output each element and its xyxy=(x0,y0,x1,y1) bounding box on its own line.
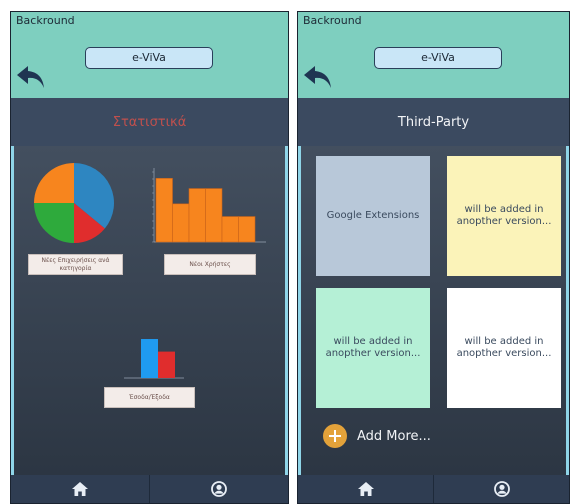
bar-0 xyxy=(155,178,173,243)
bar-chart xyxy=(152,168,266,243)
header-label: Backround xyxy=(303,14,362,27)
io-bar-1 xyxy=(158,351,175,378)
tile-label: will be added in anopther version... xyxy=(325,336,421,359)
pie-chart-label: Νέες Επιχειρήσεις ανά κατηγορία xyxy=(28,254,123,275)
header: Backround e-ViVa xyxy=(11,12,288,98)
page-title: Στατιστικά xyxy=(11,98,288,146)
nav-profile[interactable] xyxy=(433,475,569,503)
bar-5 xyxy=(238,216,256,243)
user-icon xyxy=(211,481,227,497)
page-title: Third-Party xyxy=(298,98,569,146)
home-icon xyxy=(357,482,374,496)
user-icon xyxy=(493,481,510,497)
bar-chart-label: Νέοι Χρήστες xyxy=(164,254,256,275)
io-bar-0 xyxy=(141,339,158,378)
bar-1 xyxy=(172,203,190,243)
tile-google-extensions[interactable]: Google Extensions xyxy=(316,156,430,276)
tile-placeholder-2[interactable]: will be added in anopther version... xyxy=(316,288,430,408)
nav-home[interactable] xyxy=(11,475,149,503)
tile-label: will be added in anopther version... xyxy=(456,336,552,359)
plus-icon xyxy=(323,424,347,448)
bar-2 xyxy=(188,188,206,243)
bar-4 xyxy=(221,216,239,243)
pie-chart xyxy=(34,163,114,243)
app-name-pill[interactable]: e-ViVa xyxy=(374,47,502,69)
back-arrow-icon[interactable] xyxy=(303,64,333,90)
add-more-button[interactable]: Add More... xyxy=(323,424,431,448)
bar-3 xyxy=(205,188,223,243)
pie-slice-3 xyxy=(34,163,74,203)
statistics-screen: Backround e-ViVa Στατιστικά Νέες Επιχειρ… xyxy=(10,11,289,504)
header-label: Backround xyxy=(16,14,75,27)
back-arrow-icon[interactable] xyxy=(16,64,46,90)
pie-slice-2 xyxy=(34,203,74,243)
tile-placeholder-1[interactable]: will be added in anopther version... xyxy=(447,156,561,276)
header: Backround e-ViVa xyxy=(298,12,569,98)
home-icon xyxy=(72,482,88,496)
third-party-screen: Backround e-ViVa Third-Party Google Exte… xyxy=(297,11,570,504)
nav-home[interactable] xyxy=(298,475,433,503)
third-party-content: Google Extensions will be added in anopt… xyxy=(298,146,569,475)
statistics-content: Νέες Επιχειρήσεις ανά κατηγορία Νέοι Χρή… xyxy=(11,146,288,475)
tile-label: will be added in anopther version... xyxy=(456,204,552,227)
nav-profile[interactable] xyxy=(149,475,288,503)
bottom-nav xyxy=(11,475,288,503)
income-expense-label: Έσοδα/Έξοδα xyxy=(104,387,195,408)
tile-label: Google Extensions xyxy=(326,210,420,221)
add-more-label: Add More... xyxy=(357,428,431,444)
bottom-nav xyxy=(298,475,569,503)
app-name-pill[interactable]: e-ViVa xyxy=(85,47,213,69)
tile-placeholder-3[interactable]: will be added in anopther version... xyxy=(447,288,561,408)
income-expense-chart xyxy=(124,339,184,379)
